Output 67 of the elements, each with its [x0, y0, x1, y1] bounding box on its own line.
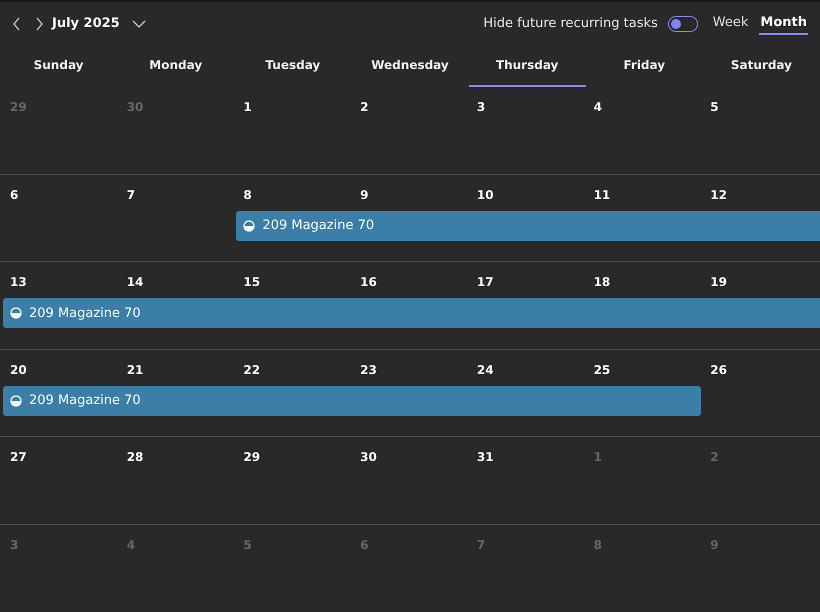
date-number: 29: [242, 449, 260, 464]
weekday-header: Saturday: [730, 57, 793, 74]
date-number: 24: [476, 362, 494, 376]
half-progress-icon: [243, 220, 256, 232]
date-number: 28: [126, 449, 144, 464]
date-number: 2: [709, 449, 719, 464]
date-number: 1: [242, 99, 252, 114]
hide-recurring-toggle[interactable]: [668, 16, 698, 32]
date-number: 20: [9, 362, 27, 376]
date-number: 14: [126, 274, 144, 289]
task-title: 209 Magazine 70: [262, 218, 374, 233]
half-progress-icon: [10, 394, 22, 406]
task-bar-segment[interactable]: [586, 386, 702, 416]
date-number: 6: [9, 186, 18, 202]
weekday-header: Wednesday: [370, 57, 450, 74]
half-progress-icon: [10, 307, 22, 319]
chevron-right-icon: [34, 16, 44, 30]
task-bar-segment[interactable]: [236, 210, 354, 240]
date-number: 5: [709, 99, 719, 114]
task-bar-segment[interactable]: [3, 298, 120, 328]
date-number: 18: [592, 274, 610, 289]
weekday-header: Sunday: [32, 57, 84, 74]
weekday-header: Tuesday: [264, 57, 322, 74]
view-tab[interactable]: Week: [712, 12, 750, 34]
date-number: 13: [9, 274, 27, 289]
date-number: 1: [592, 449, 602, 464]
date-number: 4: [126, 536, 136, 552]
task-bar-segment[interactable]: [3, 386, 120, 416]
date-number: 3: [9, 536, 18, 552]
weekday-header: Friday: [622, 57, 666, 74]
date-number: 12: [709, 186, 727, 202]
view-tab[interactable]: Month: [759, 12, 808, 34]
month-title: July 2025: [52, 16, 120, 31]
date-number: 16: [359, 274, 377, 289]
toggle-label: Hide future recurring tasks: [483, 16, 658, 31]
date-number: 30: [126, 99, 144, 114]
date-number: 2: [359, 99, 368, 114]
date-number: 10: [476, 186, 494, 202]
date-number: 17: [476, 274, 494, 289]
date-number: 22: [242, 362, 260, 376]
date-number: 27: [9, 449, 27, 464]
date-number: 23: [359, 362, 377, 376]
date-number: 5: [242, 536, 252, 552]
date-number: 11: [592, 186, 610, 202]
date-number: 19: [709, 274, 727, 289]
date-number: 8: [242, 186, 252, 202]
date-number: 29: [9, 99, 27, 114]
date-number: 4: [592, 99, 602, 114]
chevron-down-icon: [132, 18, 146, 28]
date-number: 26: [709, 362, 727, 376]
chevron-left-icon: [12, 16, 22, 30]
date-number: 9: [359, 186, 368, 202]
date-number: 21: [126, 362, 144, 376]
task-title: 209 Magazine 70: [29, 393, 141, 408]
date-number: 9: [709, 536, 719, 552]
date-number: 7: [126, 186, 136, 202]
weekday-header: Thursday: [468, 45, 586, 87]
task-title: 209 Magazine 70: [29, 306, 141, 320]
date-number: 31: [476, 449, 494, 464]
date-number: 3: [476, 99, 486, 114]
date-number: 6: [359, 536, 368, 552]
date-number: 8: [592, 536, 602, 552]
date-number: 7: [476, 536, 486, 552]
date-number: 30: [359, 449, 377, 464]
weekday-header: Monday: [148, 57, 204, 74]
date-number: 25: [592, 362, 610, 376]
date-number: 15: [242, 274, 260, 289]
